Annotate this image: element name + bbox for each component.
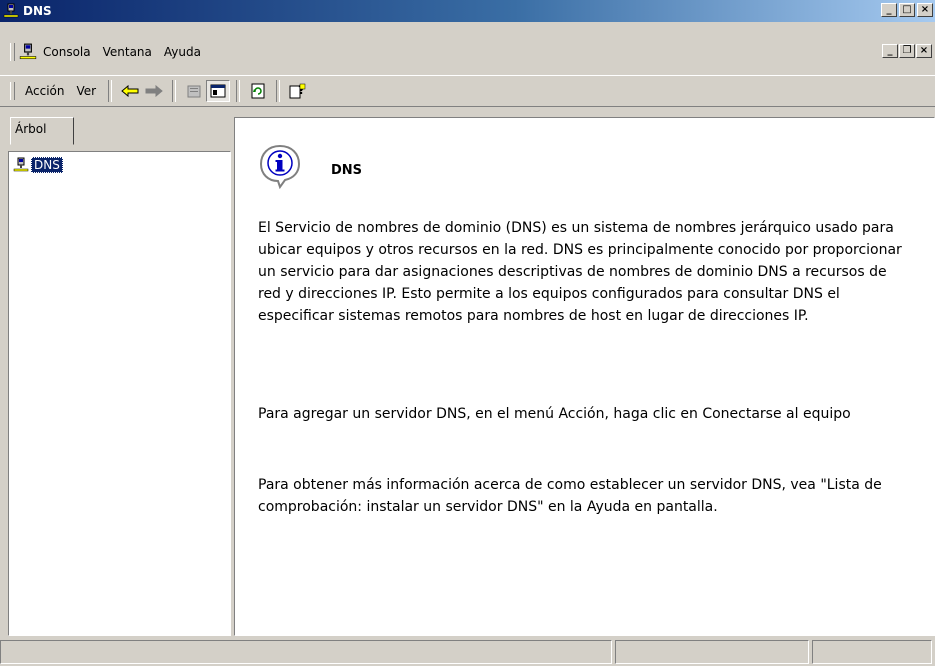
tree-node-dns[interactable]: DNS bbox=[13, 157, 63, 173]
console-icon[interactable] bbox=[19, 43, 37, 61]
refresh-icon bbox=[251, 83, 265, 99]
show-hide-tree-icon bbox=[210, 84, 226, 98]
tab-arbol[interactable]: Árbol bbox=[10, 117, 74, 145]
help-button[interactable]: ? bbox=[286, 80, 310, 102]
status-cell-main bbox=[0, 640, 612, 664]
menu-ayuda[interactable]: Ayuda bbox=[158, 45, 207, 59]
toolbar-separator bbox=[236, 80, 241, 102]
menu-bar: Consola Ventana Ayuda bbox=[0, 40, 935, 64]
toolbar-separator bbox=[108, 80, 113, 102]
back-button[interactable] bbox=[118, 80, 142, 102]
status-bar bbox=[0, 640, 935, 666]
details-heading: DNS bbox=[331, 163, 363, 178]
dns-server-icon bbox=[13, 157, 29, 172]
help-icon: ? bbox=[289, 83, 306, 99]
menu-ver[interactable]: Ver bbox=[70, 84, 102, 98]
window-title: DNS bbox=[23, 4, 52, 18]
mdi-restore-button[interactable]: ❐ bbox=[899, 44, 915, 58]
minimize-button[interactable]: _ bbox=[881, 3, 897, 17]
maximize-button[interactable]: □ bbox=[899, 3, 915, 17]
dns-app-icon bbox=[3, 3, 19, 18]
tree-pane: Árbol DNS bbox=[8, 117, 231, 636]
menu-grip[interactable] bbox=[10, 43, 15, 61]
show-hide-tree-button[interactable] bbox=[206, 80, 231, 102]
toolbar: Acción Ver ? bbox=[0, 75, 935, 107]
mdi-close-button[interactable]: × bbox=[916, 44, 932, 58]
title-bar[interactable]: DNS _ □ × bbox=[0, 0, 935, 22]
add-server-instructions: Para agregar un servidor DNS, en el menú… bbox=[258, 406, 851, 422]
details-description: El Servicio de nombres de dominio (DNS) … bbox=[258, 220, 907, 324]
forward-arrow-icon bbox=[145, 85, 163, 97]
details-pane: DNS El Servicio de nombres de dominio (D… bbox=[234, 117, 935, 636]
menu-accion[interactable]: Acción bbox=[19, 84, 70, 98]
tree-node-label[interactable]: DNS bbox=[31, 157, 63, 173]
tree-view[interactable]: DNS bbox=[8, 151, 231, 636]
toolbar-separator bbox=[172, 80, 177, 102]
toolbar-grip[interactable] bbox=[10, 82, 15, 100]
refresh-button[interactable] bbox=[246, 80, 270, 102]
back-arrow-icon bbox=[121, 85, 139, 97]
close-button[interactable]: × bbox=[917, 3, 933, 17]
forward-button[interactable] bbox=[142, 80, 166, 102]
toolbar-separator bbox=[276, 80, 281, 102]
status-cell-middle bbox=[615, 640, 809, 664]
more-info-text: Para obtener más información acerca de c… bbox=[258, 477, 882, 515]
mdi-minimize-button[interactable]: _ bbox=[882, 44, 898, 58]
info-icon bbox=[259, 144, 301, 189]
menu-consola[interactable]: Consola bbox=[37, 45, 97, 59]
status-cell-right bbox=[812, 640, 932, 664]
delete-button[interactable] bbox=[182, 80, 206, 102]
mdi-controls: _ ❐ × bbox=[882, 44, 932, 58]
delete-icon bbox=[187, 85, 201, 98]
menu-ventana[interactable]: Ventana bbox=[97, 45, 158, 59]
